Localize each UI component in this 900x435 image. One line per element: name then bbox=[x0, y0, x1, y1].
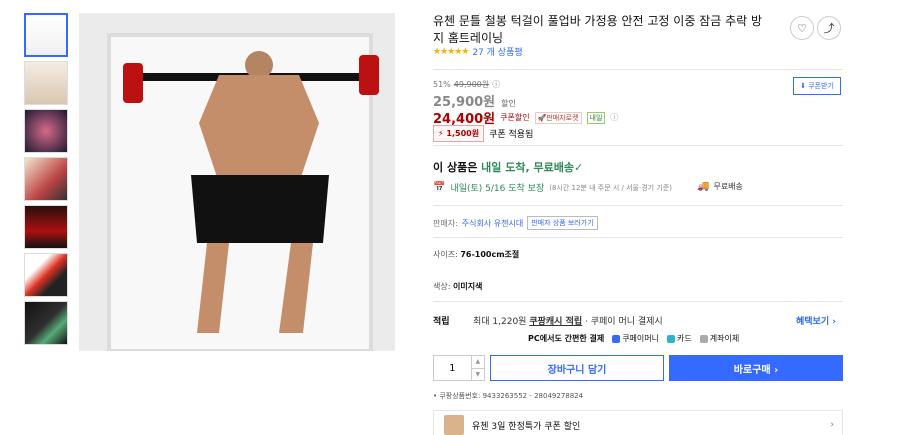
product-main-image[interactable] bbox=[79, 13, 395, 351]
payment-option-card[interactable]: 카드 bbox=[667, 333, 692, 344]
promo-text: 유첸 3일 한정특가 쿠폰 할인 bbox=[472, 421, 581, 432]
delivery-cutoff: (8시간 12분 내 주문 시 / 서울·경기 기준) bbox=[549, 183, 672, 192]
payment-option-coupay-label: 쿠페이머니 bbox=[622, 334, 659, 343]
truck-icon: 🚚 bbox=[697, 181, 710, 192]
quantity-steps: ▲ ▼ bbox=[470, 356, 484, 381]
option-color-value: 이미지색 bbox=[452, 282, 483, 291]
thumbnail-6[interactable] bbox=[24, 253, 68, 297]
thumbnail-3[interactable] bbox=[24, 109, 68, 153]
info-icon[interactable]: ⓘ bbox=[492, 79, 500, 90]
promo-banner[interactable]: 유첸 3일 한정특가 쿠폰 할인 › bbox=[433, 410, 843, 435]
cash-benefit-link-text: 쿠팡캐시 적립 bbox=[529, 317, 583, 327]
payment-methods: PC에서도 간편한 결제 쿠페이머니 카드 계좌이체 bbox=[528, 333, 739, 344]
discount-row: 51% 49,900원 ⓘ bbox=[433, 79, 500, 90]
payment-option-transfer-label: 계좌이체 bbox=[709, 334, 740, 343]
tomorrow-badge: 내일 bbox=[586, 111, 606, 124]
product-photo-illustration bbox=[79, 13, 395, 351]
heart-icon[interactable]: ♡ bbox=[790, 16, 814, 40]
cash-amount: ⚡ 1,500원 bbox=[433, 125, 485, 142]
coupon-label: 쿠폰할인 bbox=[500, 113, 530, 122]
seller-row: 판매자: 주식회사 유첸시대 판매자 상품 보러가기 bbox=[433, 216, 598, 230]
thumbnail-list bbox=[24, 13, 70, 349]
delivery-headline-highlight: 내일 도착, 무료배송 bbox=[481, 161, 574, 174]
rating-row: ★★★★★ 27 개 상품평 bbox=[433, 45, 523, 59]
payment-option-card-label: 카드 bbox=[677, 334, 692, 343]
option-size-key: 사이즈: bbox=[433, 250, 458, 259]
payment-option-coupay[interactable]: 쿠페이머니 bbox=[612, 333, 659, 344]
option-size-value: 76-100cm조절 bbox=[460, 250, 520, 259]
rocket-delivery-label: 무료배송 bbox=[713, 182, 743, 191]
product-id: • 쿠팡상품번호: 9433263552 - 28049278824 bbox=[433, 392, 584, 400]
delivery-headline: 이 상품은 내일 도착, 무료배송✓ bbox=[433, 159, 583, 175]
payment-option-transfer[interactable]: 계좌이체 bbox=[699, 333, 740, 344]
divider bbox=[433, 145, 843, 146]
coupon-download-button[interactable]: ⬇ 쿠폰받기 bbox=[793, 77, 841, 95]
quantity-down-icon[interactable]: ▼ bbox=[472, 369, 484, 381]
quantity-up-icon[interactable]: ▲ bbox=[471, 356, 484, 369]
cash-benefit-desc: 최대 1,220원 쿠팡캐시 적립 · 쿠페이 머니 결제시 bbox=[473, 314, 663, 327]
add-to-cart-button[interactable]: 장바구니 담기 bbox=[490, 355, 664, 381]
option-color[interactable]: 색상: 이미지색 bbox=[433, 281, 482, 292]
original-price: 49,900원 bbox=[453, 80, 490, 89]
review-count-link[interactable]: 27 개 상품평 bbox=[472, 45, 522, 58]
divider bbox=[433, 237, 843, 238]
delivery-headline-prefix: 이 상품은 bbox=[433, 161, 482, 174]
seller-name[interactable]: 주식회사 유첸시대 bbox=[462, 218, 523, 229]
delivery-date: 내일(토) 5/16 도착 보장 bbox=[450, 184, 545, 194]
divider bbox=[433, 301, 843, 302]
cash-amount-value: 1,500원 bbox=[446, 129, 480, 138]
divider bbox=[433, 205, 843, 206]
promo-thumbnail bbox=[444, 415, 464, 435]
product-title: 유첸 문틀 철봉 턱걸이 풀업바 가정용 안전 고정 이중 잠금 추락 방지 홈… bbox=[433, 14, 763, 45]
quantity-stepper[interactable]: 1 ▲ ▼ bbox=[433, 355, 485, 381]
divider bbox=[433, 69, 843, 70]
cash-row: ⚡ 1,500원 쿠폰 적용됨 bbox=[433, 125, 533, 142]
thumbnail-5[interactable] bbox=[24, 205, 68, 249]
cash-benefit-row: 적립 최대 1,220원 쿠팡캐시 적립 · 쿠페이 머니 결제시 bbox=[433, 314, 663, 327]
delivery-row: 📅 내일(토) 5/16 도착 보장 (8시간 12분 내 주문 시 / 서울·… bbox=[433, 181, 672, 194]
buy-now-button[interactable]: 바로구매 › bbox=[669, 355, 843, 381]
rocket-delivery: 🚚 무료배송 bbox=[697, 181, 743, 192]
cash-benefit-suffix: · 쿠페이 머니 결제시 bbox=[582, 317, 663, 327]
payment-lead: PC에서도 간편한 결제 bbox=[528, 334, 605, 343]
cash-benefit-prefix: 최대 1,220원 bbox=[473, 317, 530, 327]
cash-label: 쿠폰 적용됨 bbox=[489, 130, 534, 140]
benefit-view-link[interactable]: 혜택보기 › bbox=[796, 314, 836, 327]
rocket-seller-badge: 🚀판매자로켓 bbox=[534, 111, 582, 124]
check-icon: ✓ bbox=[573, 161, 584, 174]
option-color-key: 색상: bbox=[433, 282, 451, 291]
calendar-icon: 📅 bbox=[433, 182, 446, 193]
chevron-right-icon: › bbox=[830, 420, 834, 430]
seller-more-button[interactable]: 판매자 상품 보러가기 bbox=[527, 216, 598, 230]
share-icon[interactable]: ⤴ bbox=[817, 16, 841, 40]
seller-label: 판매자: bbox=[433, 218, 458, 228]
cash-icon: ⚡ bbox=[438, 129, 444, 138]
thumbnail-4[interactable] bbox=[24, 157, 68, 201]
product-id-text: 쿠팡상품번호: 9433263552 - 28049278824 bbox=[439, 392, 584, 400]
discount-rate: 51% bbox=[433, 80, 451, 89]
quantity-value[interactable]: 1 bbox=[434, 356, 471, 380]
thumbnail-2[interactable] bbox=[24, 61, 68, 105]
thumbnail-1[interactable] bbox=[24, 13, 68, 57]
star-rating: ★★★★★ bbox=[433, 46, 469, 57]
thumbnail-7[interactable] bbox=[24, 301, 68, 345]
option-size[interactable]: 사이즈: 76-100cm조절 bbox=[433, 249, 519, 260]
cash-benefit-head: 적립 bbox=[433, 317, 450, 327]
info-icon[interactable]: ⓘ bbox=[610, 112, 618, 123]
